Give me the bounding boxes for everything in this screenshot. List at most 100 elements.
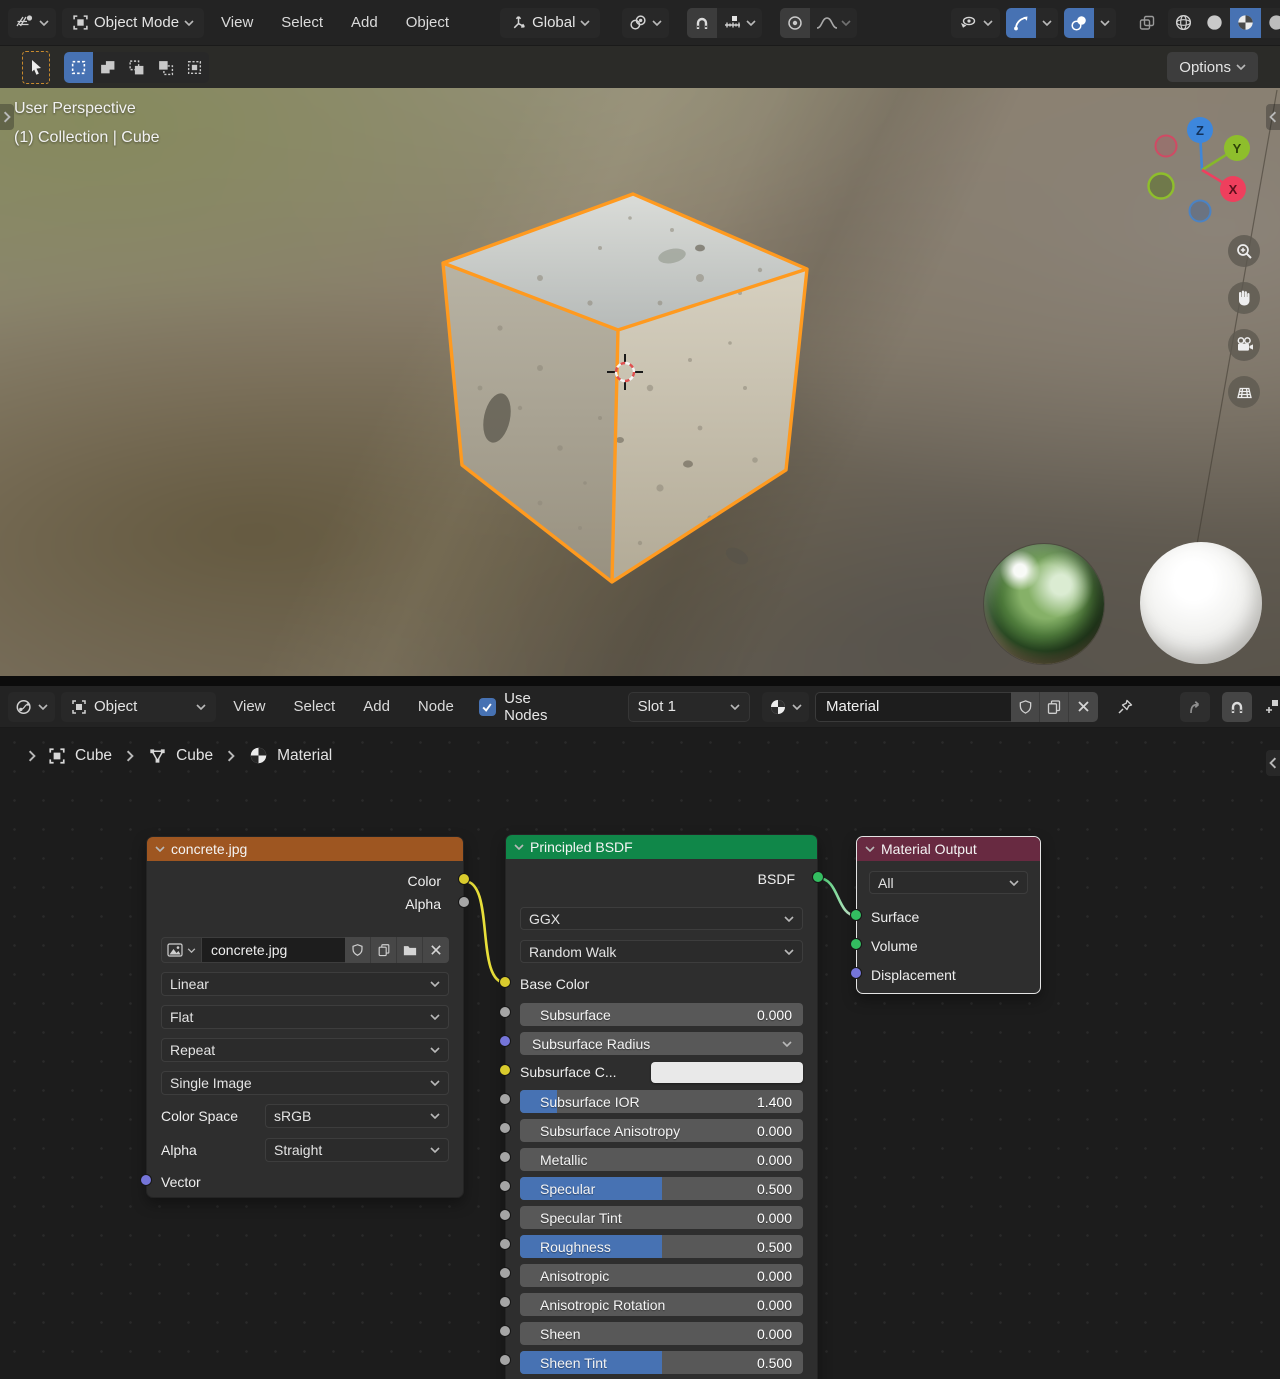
node-menu-select[interactable]: Select [283, 694, 347, 719]
viewport-3d[interactable]: User Perspective (1) Collection | Cube Z… [0, 88, 1280, 676]
shading-material-preview-button[interactable] [1230, 8, 1261, 38]
node-snap-button[interactable] [1222, 692, 1252, 722]
mode-dropdown[interactable]: Object Mode [62, 8, 204, 38]
shader-type-dropdown[interactable]: Object [61, 692, 216, 722]
dropdown-subsurface-radius[interactable]: Subsurface Radius [520, 1032, 803, 1055]
bsdf-node-header[interactable]: Principled BSDF [506, 835, 817, 859]
menu-object[interactable]: Object [395, 10, 460, 35]
socket-subsurface-anisotropy[interactable] [499, 1122, 511, 1134]
bsdf-row-subsurface[interactable]: Subsurface 0.000 [520, 1003, 803, 1026]
select-subtract-button[interactable] [122, 52, 151, 83]
socket-anisotropic[interactable] [499, 1267, 511, 1279]
image-name-field[interactable]: concrete.jpg [201, 937, 345, 963]
shading-rendered-button[interactable] [1261, 8, 1280, 38]
node-menu-add[interactable]: Add [352, 694, 401, 719]
bsdf-row-roughness[interactable]: Roughness 0.500 [520, 1235, 803, 1258]
image-texture-node[interactable]: concrete.jpg Color Alpha concrete.jpg [146, 836, 464, 1198]
image-dropdown-linear[interactable]: Linear [161, 972, 449, 996]
editor-splitter[interactable] [0, 676, 1280, 686]
color-output-socket[interactable] [458, 873, 470, 885]
collapse-node-icon[interactable] [514, 844, 524, 850]
socket-anisotropic-rotation[interactable] [499, 1296, 511, 1308]
bsdf-row-metallic[interactable]: Metallic 0.000 [520, 1148, 803, 1171]
principled-bsdf-node[interactable]: Principled BSDF BSDF GGX Random Walk Bas… [505, 834, 818, 1379]
volume-input-socket[interactable] [850, 938, 862, 950]
distribution-dropdown[interactable]: GGX [520, 907, 803, 930]
image-unlink-button[interactable] [423, 937, 449, 963]
socket-subsurface[interactable] [499, 1006, 511, 1018]
menu-add[interactable]: Add [340, 10, 389, 35]
slider-subsurface[interactable]: Subsurface 0.000 [520, 1003, 803, 1026]
show-gizmos-button[interactable] [1006, 8, 1036, 38]
pivot-point-dropdown[interactable] [622, 8, 669, 38]
node-editor-canvas[interactable]: Cube Cube Material [0, 728, 1280, 1379]
socket-sheen-tint[interactable] [499, 1354, 511, 1366]
image-browse-dropdown[interactable] [161, 937, 201, 963]
color-swatch[interactable] [651, 1062, 803, 1083]
toolbar-collapse-arrow[interactable] [0, 104, 14, 130]
material-browse-dropdown[interactable] [762, 692, 809, 722]
slider-sheen-tint[interactable]: Sheen Tint 0.500 [520, 1351, 803, 1374]
active-tool-tweak-button[interactable] [22, 51, 50, 84]
subsurface-method-dropdown[interactable]: Random Walk [520, 940, 803, 963]
slider-specular-tint[interactable]: Specular Tint 0.000 [520, 1206, 803, 1229]
slider-roughness[interactable]: Roughness 0.500 [520, 1235, 803, 1258]
socket-subsurface-c[interactable] [499, 1064, 511, 1076]
select-intersect-button[interactable] [180, 52, 209, 83]
transform-orientation-dropdown[interactable]: Global [500, 8, 600, 38]
bsdf-row-subsurface-anisotropy[interactable]: Subsurface Anisotropy 0.000 [520, 1119, 803, 1142]
alpha-mode-dropdown[interactable]: Straight [265, 1138, 449, 1162]
collapse-node-icon[interactable] [155, 846, 165, 852]
gizmo-axis-x-neg[interactable] [1156, 136, 1177, 157]
go-to-parent-button[interactable] [1180, 692, 1210, 722]
color-space-dropdown[interactable]: sRGB [265, 1104, 449, 1128]
socket-subsurface-radius[interactable] [499, 1035, 511, 1047]
vector-input-socket[interactable] [140, 1174, 152, 1186]
image-copy-button[interactable] [371, 937, 397, 963]
proportional-falloff-button[interactable] [810, 8, 857, 38]
output-node-header[interactable]: Material Output [857, 837, 1040, 861]
bsdf-row-subsurface-radius[interactable]: Subsurface Radius [520, 1032, 803, 1055]
slider-specular[interactable]: Specular 0.500 [520, 1177, 803, 1200]
bsdf-row-specular-tint[interactable]: Specular Tint 0.000 [520, 1206, 803, 1229]
node-snap-target-button[interactable] [1258, 692, 1280, 722]
fake-user-button[interactable] [1011, 692, 1040, 722]
image-fake-user-button[interactable] [345, 937, 371, 963]
slider-subsurface-anisotropy[interactable]: Subsurface Anisotropy 0.000 [520, 1119, 803, 1142]
image-open-button[interactable] [397, 937, 423, 963]
bsdf-row-subsurface-ior[interactable]: Subsurface IOR 1.400 [520, 1090, 803, 1113]
menu-view[interactable]: View [210, 10, 264, 35]
use-nodes-checkbox[interactable]: Use Nodes [479, 690, 576, 724]
camera-view-button[interactable] [1228, 329, 1260, 361]
slider-anisotropic-rotation[interactable]: Anisotropic Rotation 0.000 [520, 1293, 803, 1316]
slider-sheen[interactable]: Sheen 0.000 [520, 1322, 803, 1345]
new-material-button[interactable] [1040, 692, 1069, 722]
select-extend-button[interactable] [93, 52, 122, 83]
material-slot-select[interactable]: Slot 1 [628, 692, 750, 722]
navigation-gizmo[interactable]: Z Y X [1140, 102, 1270, 228]
slider-subsurface-ior[interactable]: Subsurface IOR 1.400 [520, 1090, 803, 1113]
bsdf-row-anisotropic[interactable]: Anisotropic 0.000 [520, 1264, 803, 1287]
select-invert-button[interactable] [151, 52, 180, 83]
bsdf-row-sheen[interactable]: Sheen 0.000 [520, 1322, 803, 1345]
gizmo-axis-z[interactable]: Z [1187, 117, 1213, 143]
pan-button[interactable] [1228, 282, 1260, 314]
show-object-types-dropdown[interactable] [951, 8, 1000, 38]
gizmo-axis-z-neg[interactable] [1190, 201, 1211, 222]
show-overlays-button[interactable] [1064, 8, 1094, 38]
image-node-header[interactable]: concrete.jpg [147, 837, 463, 861]
gizmos-dropdown-button[interactable] [1036, 8, 1058, 38]
material-name-field[interactable]: Material [815, 692, 1011, 722]
snap-target-button[interactable] [717, 8, 762, 38]
socket-roughness[interactable] [499, 1238, 511, 1250]
image-dropdown-single-image[interactable]: Single Image [161, 1071, 449, 1095]
unlink-material-button[interactable] [1069, 692, 1098, 722]
alpha-output-socket[interactable] [458, 896, 470, 908]
zoom-button[interactable] [1228, 235, 1260, 267]
node-menu-view[interactable]: View [222, 694, 276, 719]
tool-options-dropdown[interactable]: Options [1167, 52, 1258, 82]
select-box-new-button[interactable] [64, 52, 93, 83]
output-target-dropdown[interactable]: All [869, 871, 1028, 894]
slider-anisotropic[interactable]: Anisotropic 0.000 [520, 1264, 803, 1287]
toggle-ortho-button[interactable] [1228, 376, 1260, 408]
